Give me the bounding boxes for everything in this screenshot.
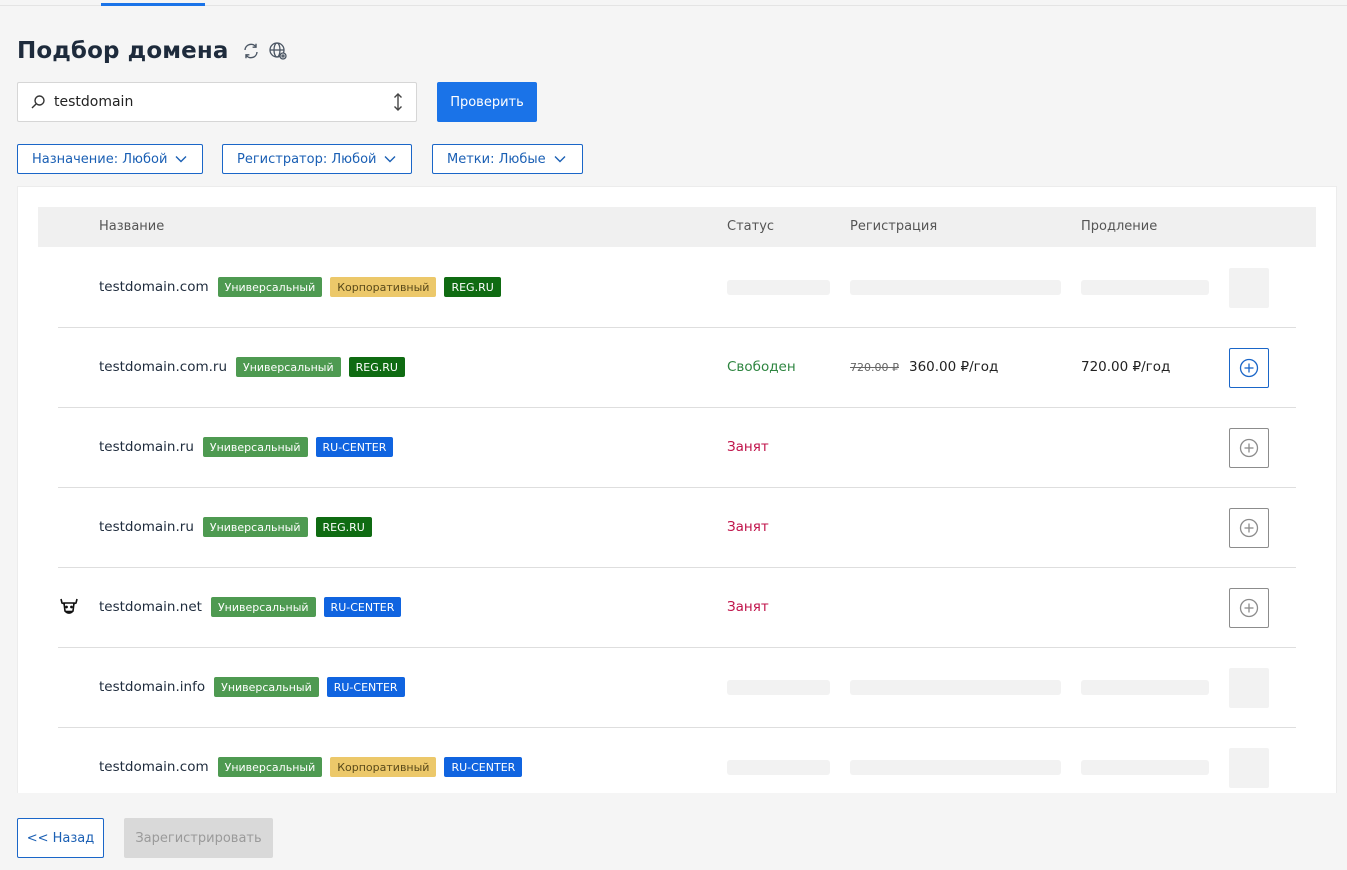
table-row: testdomain.info Универсальный RU-CENTER <box>58 648 1296 728</box>
add-button-placeholder <box>1229 268 1269 308</box>
domain-name: testdomain.ru <box>99 519 194 535</box>
domain-cell: testdomain.com Универсальный Корпоративный… <box>99 277 501 297</box>
filter-tags-label: Метки: Любые <box>447 151 546 167</box>
column-header-registration: Регистрация <box>850 219 938 234</box>
column-header-name: Название <box>99 219 165 234</box>
add-domain-button[interactable] <box>1229 588 1269 628</box>
domain-tag: RU-CENTER <box>326 677 405 697</box>
filter-registrar[interactable]: Регистратор: Любой <box>222 144 412 174</box>
filter-registrar-label: Регистратор: Любой <box>237 151 377 167</box>
domain-tag: Универсальный <box>210 597 316 617</box>
domain-tag: REG.RU <box>315 517 372 537</box>
add-domain-button[interactable] <box>1229 508 1269 548</box>
domain-cell: testdomain.com Универсальный Корпоративный… <box>99 757 523 777</box>
domain-tag: Универсальный <box>214 677 319 697</box>
add-domain-button[interactable] <box>1229 428 1269 468</box>
domain-name: testdomain.ru <box>99 439 194 455</box>
registration-price: 720.00 ₽ 360.00 ₽/год <box>850 359 998 375</box>
domain-tag: REG.RU <box>444 277 501 297</box>
registration-price-placeholder <box>850 760 1061 775</box>
domain-name: testdomain.net <box>99 599 202 615</box>
page-title: Подбор домена <box>17 38 229 64</box>
old-price: 720.00 ₽ <box>850 360 899 374</box>
table-row: testdomain.net Универсальный RU-CENTER Заня… <box>58 568 1296 648</box>
filter-purpose[interactable]: Назначение: Любой <box>17 144 203 174</box>
chevron-down-icon <box>175 156 187 163</box>
table-row: testdomain.ru Универсальный REG.RU Занят <box>58 488 1296 568</box>
filter-purpose-label: Назначение: Любой <box>32 151 168 167</box>
plus-circle-icon <box>1239 438 1259 458</box>
chevron-down-icon <box>554 156 566 163</box>
status-text: Свободен <box>727 359 796 375</box>
renewal-price-placeholder <box>1081 280 1209 295</box>
status-text: Занят <box>727 599 769 615</box>
search-icon <box>31 95 45 109</box>
status-text: Занят <box>727 519 769 535</box>
domain-name: testdomain.com <box>99 759 209 775</box>
status-placeholder <box>727 280 830 295</box>
table-row: testdomain.com Универсальный Корпоративный… <box>58 728 1296 793</box>
add-button-placeholder <box>1229 748 1269 788</box>
refresh-icon[interactable] <box>241 41 261 61</box>
title-row: Подбор домена <box>17 36 288 66</box>
registration-price-placeholder <box>850 280 1061 295</box>
renewal-price: 720.00 ₽/год <box>1081 359 1171 375</box>
domain-tag: RU-CENTER <box>444 757 523 777</box>
domain-tag: Корпоративный <box>330 757 437 777</box>
domain-cell: testdomain.info Универсальный RU-CENTER <box>99 677 405 697</box>
globe-settings-icon[interactable] <box>268 41 288 61</box>
domain-tag: Корпоративный <box>330 277 437 297</box>
table-row: testdomain.com.ru Универсальный REG.RU Своб… <box>58 328 1296 408</box>
chevron-down-icon <box>384 156 396 163</box>
domain-tag: Универсальный <box>236 357 341 377</box>
domain-cell: testdomain.ru Универсальный REG.RU <box>99 517 372 537</box>
domain-tag: Универсальный <box>217 757 323 777</box>
status-placeholder <box>727 760 830 775</box>
domain-name: testdomain.com <box>99 279 209 295</box>
domain-cell: testdomain.net Универсальный RU-CENTER <box>99 597 402 617</box>
column-header-renewal: Продление <box>1081 219 1158 234</box>
renewal-price-placeholder <box>1081 680 1209 695</box>
add-domain-button[interactable] <box>1229 348 1269 388</box>
add-button-placeholder <box>1229 668 1269 708</box>
register-button[interactable]: Зарегистрировать <box>124 818 273 858</box>
status-placeholder <box>727 680 830 695</box>
expand-vertical-icon[interactable] <box>391 92 405 112</box>
domain-cell: testdomain.ru Универсальный RU-CENTER <box>99 437 394 457</box>
domain-name: testdomain.com.ru <box>99 359 228 375</box>
domain-tag: Универсальный <box>217 277 323 297</box>
table-row: testdomain.ru Универсальный RU-CENTER Занят <box>58 408 1296 488</box>
check-button[interactable]: Проверить <box>437 82 537 122</box>
domain-tag: Универсальный <box>202 517 308 537</box>
table-header: Название Статус Регистрация Продление <box>38 207 1316 247</box>
search-field[interactable] <box>17 82 417 122</box>
back-button[interactable]: << Назад <box>17 818 104 858</box>
column-header-status: Статус <box>727 219 775 234</box>
search-input[interactable] <box>54 91 374 113</box>
renewal-price-placeholder <box>1081 760 1209 775</box>
domain-tag: Универсальный <box>202 437 308 457</box>
status-text: Занят <box>727 439 769 455</box>
domains-table-card: Название Статус Регистрация Продление te… <box>17 186 1337 793</box>
domain-tag: RU-CENTER <box>323 597 402 617</box>
table-row: testdomain.com Универсальный Корпоративный… <box>58 248 1296 328</box>
registration-price-value: 360.00 ₽/год <box>908 359 999 375</box>
registration-price-placeholder <box>850 680 1061 695</box>
bull-head-icon <box>58 596 80 618</box>
domain-tag: REG.RU <box>348 357 405 377</box>
filter-tags[interactable]: Метки: Любые <box>432 144 583 174</box>
plus-circle-icon <box>1239 598 1259 618</box>
plus-circle-icon <box>1239 518 1259 538</box>
domain-tag: RU-CENTER <box>315 437 394 457</box>
plus-circle-icon <box>1239 358 1259 378</box>
domain-name: testdomain.info <box>99 679 206 695</box>
active-tab-indicator <box>101 3 205 6</box>
domain-cell: testdomain.com.ru Универсальный REG.RU <box>99 357 405 377</box>
